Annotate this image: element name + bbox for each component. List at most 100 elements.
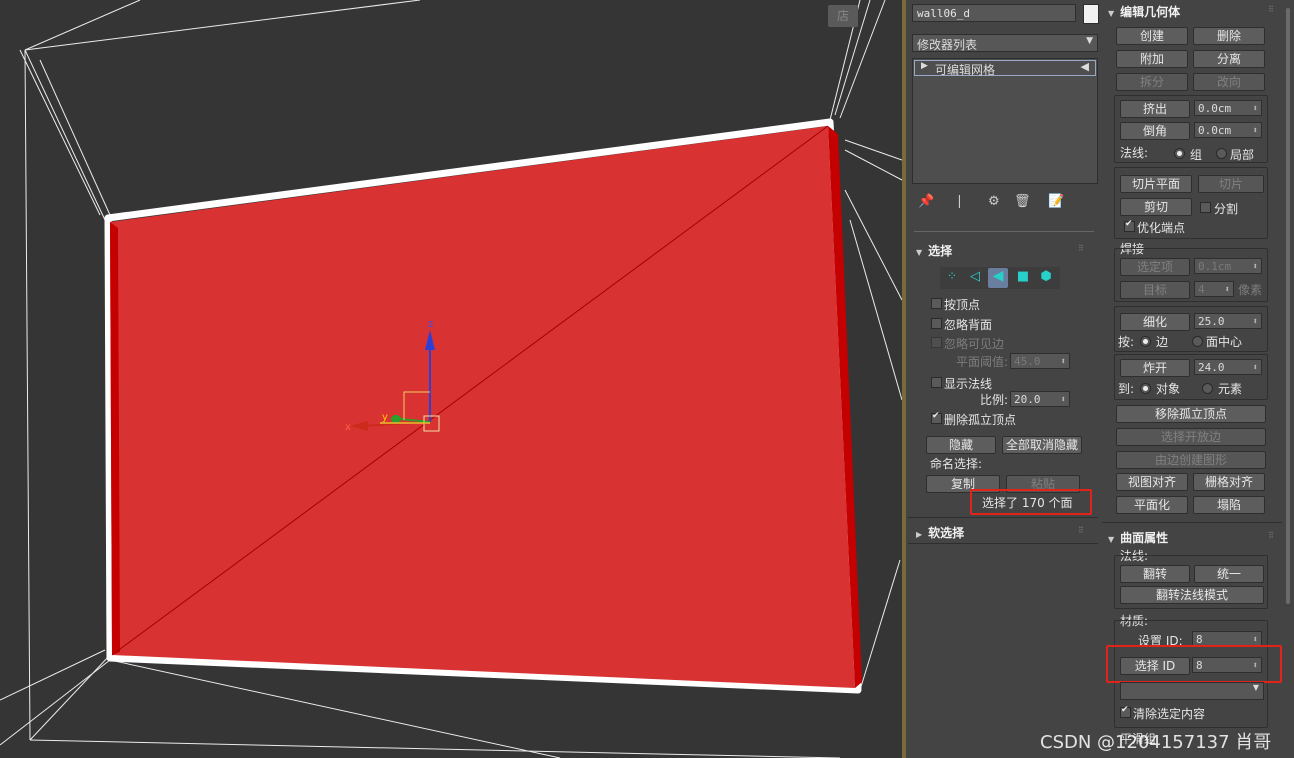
show-end-result-icon[interactable]: ❘ — [954, 194, 965, 209]
planarize-button[interactable]: 平面化 — [1116, 496, 1188, 514]
modifier-list-dropdown[interactable]: 修改器列表 ▼ — [912, 34, 1098, 52]
command-panel-right: ▼编辑几何体 ⠿ 创建 删除 附加 分离 拆分 改向 挤出 0.0cm 倒角 0… — [1100, 0, 1294, 758]
modifier-stack[interactable]: ▶ 可编辑网格 ◀ — [912, 58, 1098, 184]
unify-button[interactable]: 统一 — [1194, 565, 1264, 583]
unhide-all-button[interactable]: 全部取消隐藏 — [1002, 436, 1082, 454]
rollout-grip-icon[interactable]: ⠿ — [1078, 244, 1084, 253]
pin-stack-icon[interactable]: 📌 — [918, 194, 934, 209]
make-unique-icon[interactable]: ⚙ — [988, 194, 1000, 209]
cut-button[interactable]: 剪切 — [1120, 198, 1192, 216]
rollout-selection-title: 选择 — [928, 244, 953, 258]
normals-local-label: 局部 — [1230, 148, 1255, 162]
normals-label: 法线: — [1120, 146, 1149, 160]
by-edge-radio[interactable] — [1140, 336, 1151, 347]
by-face-center-radio[interactable] — [1192, 336, 1203, 347]
scale-label: 比例: — [980, 393, 1009, 407]
normals-local-radio[interactable] — [1216, 148, 1227, 159]
split-checkbox[interactable] — [1200, 202, 1211, 213]
axis-x-label: x — [345, 422, 351, 433]
by-vertex-checkbox[interactable] — [931, 298, 942, 309]
polygon-icon[interactable]: ■ — [1014, 269, 1032, 287]
slice-plane-button[interactable]: 切片平面 — [1120, 175, 1192, 193]
hide-button[interactable]: 隐藏 — [926, 436, 996, 454]
explode-button[interactable]: 炸开 — [1120, 359, 1190, 377]
optimize-end-checkbox[interactable] — [1124, 219, 1135, 232]
rollout-separator — [908, 517, 1098, 518]
ignore-visible-edges-checkbox — [931, 337, 942, 348]
panel-separator[interactable] — [914, 231, 1094, 232]
weld-target-button: 目标 — [1120, 281, 1190, 299]
remove-isolated-button[interactable]: 移除孤立顶点 — [1116, 405, 1266, 423]
edge-icon[interactable]: ◁ — [966, 269, 984, 287]
ignore-backface-checkbox[interactable] — [931, 318, 942, 329]
optimize-end-label: 优化端点 — [1137, 221, 1186, 235]
extrude-button[interactable]: 挤出 — [1120, 100, 1190, 118]
collapse-button[interactable]: 塌陷 — [1193, 496, 1265, 514]
grid-align-button[interactable]: 栅格对齐 — [1193, 473, 1265, 491]
pixels-label: 像素 — [1238, 283, 1263, 297]
planar-threshold-label: 平面阈值: — [956, 355, 1009, 369]
delete-isolated-checkbox[interactable] — [931, 411, 942, 424]
rollout-edit-geometry-header[interactable]: ▼ 编辑几何体 — [1108, 3, 1180, 20]
scale-spinner[interactable]: 20.0 — [1010, 391, 1070, 408]
rollout-grip-icon[interactable]: ⠿ — [1268, 531, 1274, 540]
flip-button[interactable]: 翻转 — [1120, 565, 1190, 583]
planar-threshold-spinner: 45.0 — [1010, 353, 1070, 370]
attach-button[interactable]: 附加 — [1116, 50, 1188, 68]
panel-scrollbar[interactable] — [1286, 8, 1290, 604]
viewport-canvas: z x y — [0, 0, 902, 758]
viewport-view-label[interactable]: 店 — [828, 5, 858, 27]
normals-group-radio[interactable] — [1174, 148, 1185, 159]
slice-button: 切片 — [1198, 175, 1264, 193]
clear-selection-checkbox[interactable] — [1120, 705, 1131, 718]
split-checkbox-label: 分割 — [1214, 202, 1239, 216]
extrude-spinner[interactable]: 0.0cm — [1194, 100, 1262, 117]
expand-icon[interactable]: ▶ — [921, 61, 928, 71]
weld-target-spinner: 4 — [1194, 281, 1234, 298]
object-color-swatch[interactable] — [1083, 4, 1099, 24]
chamfer-spinner[interactable]: 0.0cm — [1194, 122, 1262, 139]
to-object-radio[interactable] — [1140, 383, 1151, 394]
split-button: 拆分 — [1116, 73, 1188, 91]
to-element-radio[interactable] — [1202, 383, 1213, 394]
chamfer-button[interactable]: 倒角 — [1120, 122, 1190, 140]
selection-status-highlight — [970, 489, 1092, 515]
view-align-button[interactable]: 视图对齐 — [1116, 473, 1188, 491]
element-icon[interactable]: ⬢ — [1037, 269, 1055, 287]
object-name-field[interactable]: wall06_d — [912, 4, 1076, 22]
clear-selection-label: 清除选定内容 — [1133, 707, 1206, 721]
remove-modifier-icon[interactable]: 🗑 — [1014, 194, 1031, 209]
material-name-dropdown[interactable]: ▼ — [1120, 682, 1264, 700]
by-edge-label: 边 — [1156, 335, 1169, 349]
show-normals-checkbox[interactable] — [931, 377, 942, 388]
by-face-center-label: 面中心 — [1206, 335, 1243, 349]
selection-level-toolbar: ⁘ ◁ ◀ ■ ⬢ — [940, 267, 1060, 289]
flip-normal-mode-button[interactable]: 翻转法线模式 — [1120, 586, 1264, 604]
watermark-text: CSDN @1204157137 肖哥 — [1040, 732, 1272, 753]
create-button[interactable]: 创建 — [1116, 27, 1188, 45]
by-label: 按: — [1118, 335, 1135, 349]
rollout-separator — [908, 543, 1098, 544]
rollout-edit-geometry-title: 编辑几何体 — [1120, 5, 1181, 19]
rollout-grip-icon[interactable]: ⠿ — [1268, 5, 1274, 14]
rollout-grip-icon[interactable]: ⠿ — [1078, 526, 1084, 535]
tessellate-button[interactable]: 细化 — [1120, 313, 1190, 331]
axis-z-label: z — [428, 319, 433, 330]
modifier-list-label: 修改器列表 — [917, 38, 978, 52]
rollout-selection-header[interactable]: ▼ 选择 — [916, 242, 952, 259]
tessellate-spinner[interactable]: 25.0 — [1194, 313, 1262, 330]
ignore-visible-edges-label: 忽略可见边 — [944, 337, 1005, 351]
detach-button[interactable]: 分离 — [1193, 50, 1265, 68]
configure-sets-icon[interactable]: 📝 — [1048, 194, 1064, 209]
rollout-surface-properties-title: 曲面属性 — [1120, 531, 1169, 545]
rollout-separator — [1102, 522, 1282, 523]
face-icon[interactable]: ◀ — [988, 268, 1008, 288]
rollout-soft-selection-header[interactable]: ▶ 软选择 — [916, 524, 964, 541]
viewport[interactable]: z x y 店 — [0, 0, 902, 758]
normals-group-label: 组 — [1190, 148, 1203, 162]
explode-spinner[interactable]: 24.0 — [1194, 359, 1262, 376]
delete-button[interactable]: 删除 — [1193, 27, 1265, 45]
vertex-icon[interactable]: ⁘ — [943, 269, 961, 287]
rollout-surface-properties-header[interactable]: ▼ 曲面属性 — [1108, 529, 1168, 546]
stack-item-editable-mesh[interactable]: ▶ 可编辑网格 ◀ — [914, 60, 1096, 77]
